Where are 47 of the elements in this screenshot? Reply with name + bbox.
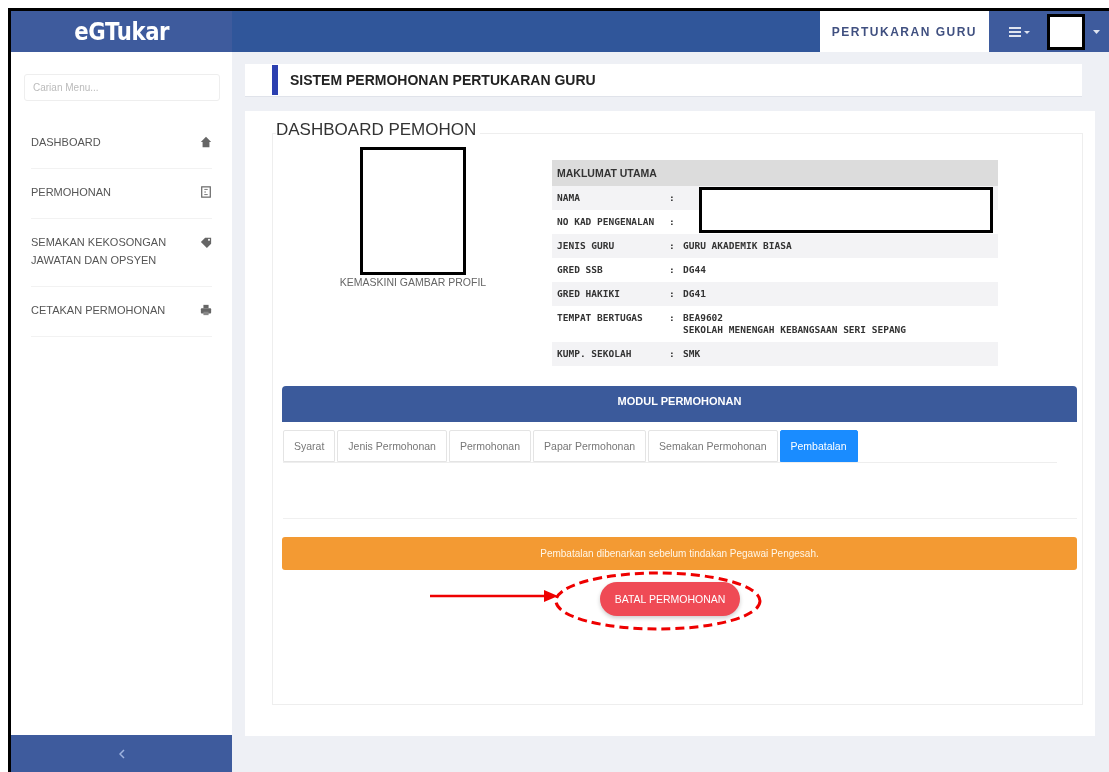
tab[interactable]: Semakan Permohonan: [648, 430, 778, 462]
separator: :: [669, 191, 676, 205]
sidebar-item[interactable]: CETAKAN PERMOHONAN: [31, 287, 212, 337]
search-field[interactable]: Carian Menu...: [24, 74, 220, 101]
separator: :: [669, 263, 676, 277]
field-label: NO KAD PENGENALAN: [557, 215, 656, 229]
sidebar-item[interactable]: PERMOHONAN: [31, 169, 212, 219]
sidebar-item[interactable]: SEMAKAN KEKOSONGAN JAWATAN DAN OPSYEN: [31, 219, 212, 287]
module-tab[interactable]: PERTUKARAN GURU: [819, 11, 989, 52]
home-icon: [200, 136, 212, 148]
caret-icon[interactable]: [1093, 29, 1100, 34]
separator: :: [669, 215, 676, 229]
field-value: BEA9602 SEKOLAH MENENGAH KEBANGSAAN SERI SEPANG: [683, 311, 908, 337]
field-value: SMK: [683, 347, 702, 361]
tab[interactable]: Pembatalan: [779, 430, 858, 462]
field-label: KUMP. SEKOLAH: [557, 347, 633, 361]
cancel-application-button[interactable]: BATAL PERMOHONAN: [599, 582, 741, 616]
printer-icon: [200, 304, 212, 316]
separator: :: [669, 347, 676, 361]
tab[interactable]: Syarat: [283, 430, 336, 462]
field-label: TEMPAT BERTUGAS: [557, 311, 644, 325]
accent-bar: [272, 65, 278, 95]
tab[interactable]: Papar Permohonan: [533, 430, 647, 462]
tag-icon: [200, 236, 212, 248]
profile-link[interactable]: KEMASKINI GAMBAR PROFIL: [339, 276, 487, 288]
table-heading: MAKLUMAT UTAMA: [552, 160, 998, 186]
page-title: SISTEM PERMOHONAN PERTUKARAN GURU: [290, 72, 596, 88]
field-label: NAMA: [557, 191, 581, 205]
separator: :: [669, 239, 676, 253]
field-label: JENIS GURU: [557, 239, 616, 253]
tab[interactable]: Permohonan: [448, 430, 532, 462]
sidebar-item[interactable]: DASHBOARD: [31, 119, 212, 169]
field-value: DG41: [683, 287, 707, 301]
separator: :: [669, 311, 676, 325]
menu-icon[interactable]: [1009, 26, 1031, 37]
field-label: GRED SSB: [557, 263, 604, 277]
separator: :: [669, 287, 676, 301]
document-icon: [200, 186, 212, 198]
app-logo[interactable]: eGTukar: [11, 11, 232, 52]
field-value: DG44: [683, 263, 707, 277]
chevron-left-icon[interactable]: [118, 748, 125, 759]
module-header: MODUL PERMOHONAN: [282, 386, 1077, 422]
warning-alert: Pembatalan dibenarkan sebelum tindakan Pegawai Pengesah.: [282, 537, 1077, 570]
redaction-box: [1047, 13, 1085, 50]
tab[interactable]: Jenis Permohonan: [337, 430, 447, 462]
field-value: GURU AKADEMIK BIASA: [683, 239, 793, 253]
field-label: GRED HAKIKI: [557, 287, 621, 301]
